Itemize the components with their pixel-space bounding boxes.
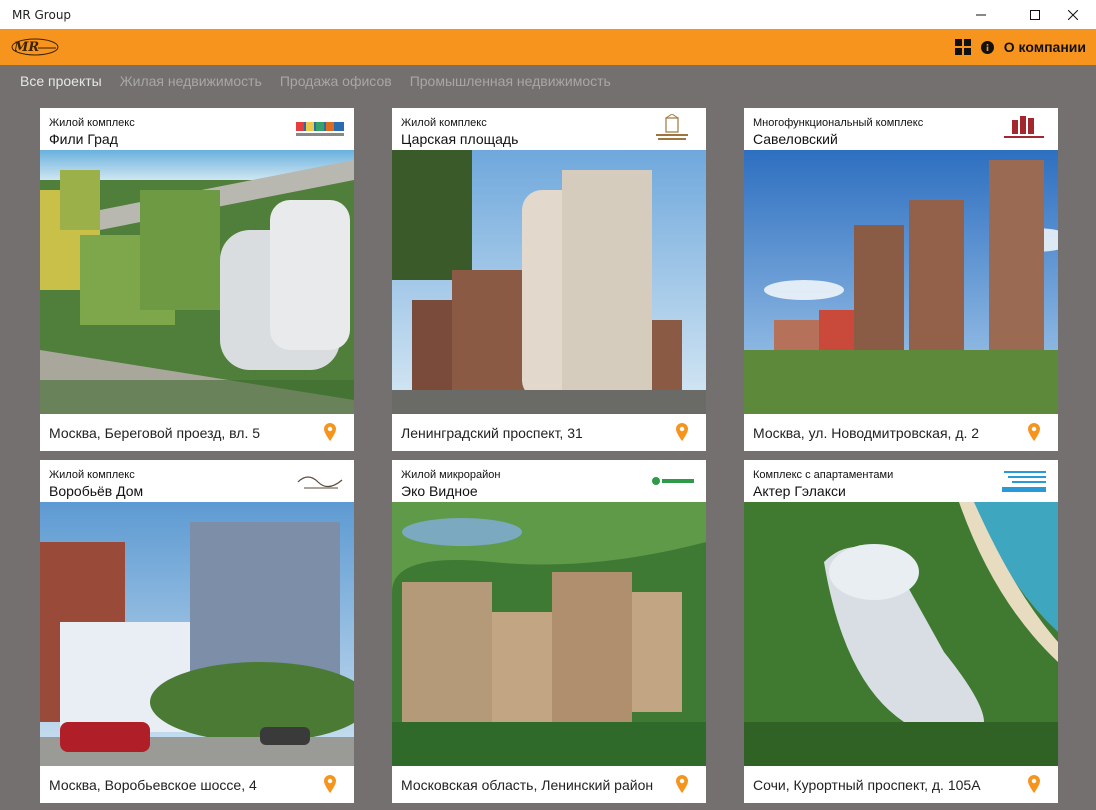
project-address: Ленинградский проспект, 31	[401, 425, 583, 441]
project-address: Московская область, Ленинский район	[401, 777, 654, 793]
card-footer: Московская область, Ленинский район	[392, 766, 706, 803]
project-card-vorobyov-dom[interactable]: Жилой комплекс Воробьёв Дом Москва, Воро…	[40, 460, 354, 803]
project-name: Эко Видное	[401, 483, 478, 499]
eko-vidnoe-photo	[392, 502, 706, 766]
project-category: Жилой микрорайон	[401, 469, 501, 481]
tab-industrial[interactable]: Промышленная недвижимость	[410, 73, 611, 89]
akter-galaxy-logo-icon	[1002, 471, 1046, 492]
project-card-fili-grad[interactable]: Жилой комплекс Фили Град Москва, Берегов…	[40, 108, 354, 451]
project-card-tsarskaya-ploshchad[interactable]: Жилой комплекс Царская площадь Ленинград…	[392, 108, 706, 451]
location-pin-icon[interactable]	[676, 775, 688, 793]
project-address: Москва, Береговой проезд, вл. 5	[49, 425, 261, 441]
project-category: Жилой комплекс	[49, 117, 135, 129]
project-name: Воробьёв Дом	[49, 483, 144, 499]
fili-grad-logo-icon	[296, 122, 344, 136]
card-header: Жилой микрорайон Эко Видное	[392, 460, 706, 502]
project-address: Сочи, Курортный проспект, д. 105А	[753, 777, 981, 793]
minimize-button[interactable]	[958, 0, 1004, 29]
fili-grad-photo	[40, 150, 354, 414]
project-card-akter-galaxy[interactable]: Комплекс с апартаментами Актер Гэлакси С…	[744, 460, 1058, 803]
vorobyov-dom-photo	[40, 502, 354, 766]
tab-all-projects[interactable]: Все проекты	[20, 73, 102, 89]
card-footer: Москва, Береговой проезд, вл. 5	[40, 414, 354, 451]
location-pin-icon[interactable]	[676, 423, 688, 441]
minimize-icon	[976, 14, 986, 15]
card-header: Многофункциональный комплекс Савеловский	[744, 108, 1058, 150]
mr-group-logo[interactable]: MR	[10, 36, 60, 58]
project-name: Савеловский	[753, 131, 838, 147]
savelovsky-photo	[744, 150, 1058, 414]
card-footer: Ленинградский проспект, 31	[392, 414, 706, 451]
project-name: Царская площадь	[401, 131, 519, 147]
project-category: Комплекс с апартаментами	[753, 469, 894, 481]
category-tabs: Все проекты Жилая недвижимость Продажа о…	[20, 73, 611, 89]
location-pin-icon[interactable]	[324, 775, 336, 793]
savelovsky-logo-icon	[1004, 116, 1044, 138]
maximize-icon	[1030, 9, 1040, 20]
app-header: MR О компании	[0, 29, 1096, 65]
close-button[interactable]	[1050, 0, 1096, 29]
about-company-link[interactable]: О компании	[1004, 39, 1086, 55]
card-footer: Москва, Воробьевское шоссе, 4	[40, 766, 354, 803]
location-pin-icon[interactable]	[1028, 775, 1040, 793]
akter-galaxy-photo	[744, 502, 1058, 766]
tab-office-sales[interactable]: Продажа офисов	[280, 73, 392, 89]
card-header: Жилой комплекс Воробьёв Дом	[40, 460, 354, 502]
vorobyov-dom-logo-icon	[297, 476, 343, 489]
window-titlebar: MR Group	[0, 0, 1096, 29]
info-icon[interactable]	[980, 40, 994, 54]
window-title: MR Group	[12, 7, 72, 22]
project-category: Жилой комплекс	[49, 469, 135, 481]
eko-vidnoe-logo-icon	[652, 477, 694, 485]
card-footer: Сочи, Курортный проспект, д. 105А	[744, 766, 1058, 803]
card-header: Комплекс с апартаментами Актер Гэлакси	[744, 460, 1058, 502]
grid-view-icon[interactable]	[954, 39, 971, 55]
tsarskaya-ploshchad-logo-icon	[656, 114, 688, 140]
card-footer: Москва, ул. Новодмитровская, д. 2	[744, 414, 1058, 451]
project-card-savelovsky[interactable]: Многофункциональный комплекс Савеловский…	[744, 108, 1058, 451]
card-header: Жилой комплекс Царская площадь	[392, 108, 706, 150]
project-address: Москва, ул. Новодмитровская, д. 2	[753, 425, 980, 441]
project-address: Москва, Воробьевское шоссе, 4	[49, 777, 257, 793]
tab-residential[interactable]: Жилая недвижимость	[120, 73, 262, 89]
project-card-eko-vidnoe[interactable]: Жилой микрорайон Эко Видное Московская о…	[392, 460, 706, 803]
project-category: Жилой комплекс	[401, 117, 487, 129]
location-pin-icon[interactable]	[1028, 423, 1040, 441]
project-category: Многофункциональный комплекс	[753, 117, 924, 129]
project-name: Актер Гэлакси	[753, 483, 846, 499]
project-name: Фили Град	[49, 131, 118, 147]
card-header: Жилой комплекс Фили Град	[40, 108, 354, 150]
location-pin-icon[interactable]	[324, 423, 336, 441]
svg-text:MR: MR	[13, 40, 39, 55]
close-icon	[1068, 9, 1078, 20]
tsarskaya-ploshchad-photo	[392, 150, 706, 414]
